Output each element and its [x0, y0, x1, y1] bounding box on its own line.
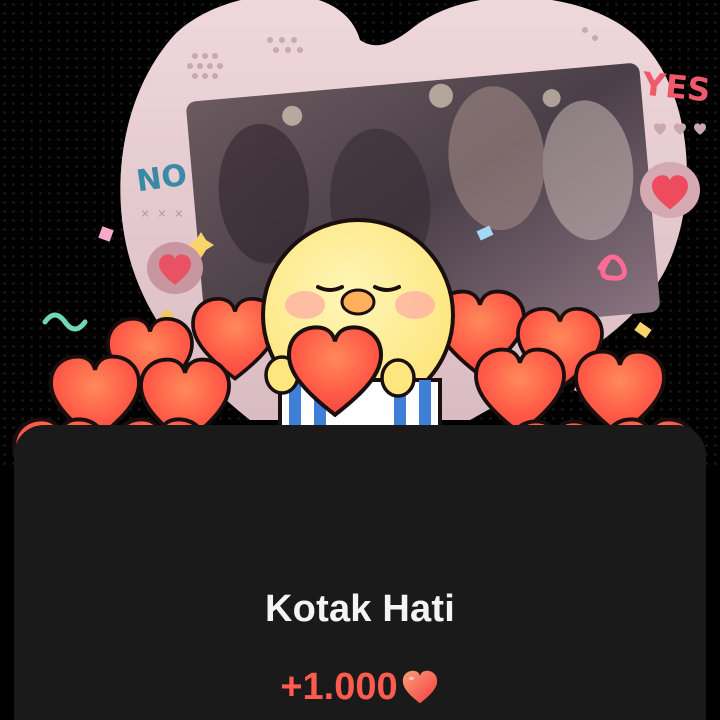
yes-label: YES	[639, 64, 712, 109]
frame-heart-button-right	[640, 162, 700, 218]
frame-heart-button-left	[147, 242, 203, 294]
chick-mascot	[261, 218, 455, 452]
reward-amount-row: +1.000	[0, 662, 720, 712]
heart-icon	[402, 670, 437, 704]
svg-text:× × ×: × × ×	[141, 206, 183, 222]
reward-popup: NO × × × YES Kotak Hati +1.000	[0, 0, 720, 720]
reward-title: Kotak Hati	[265, 588, 455, 630]
no-label: NO	[134, 158, 189, 200]
reward-amount: +1.000	[280, 666, 398, 708]
